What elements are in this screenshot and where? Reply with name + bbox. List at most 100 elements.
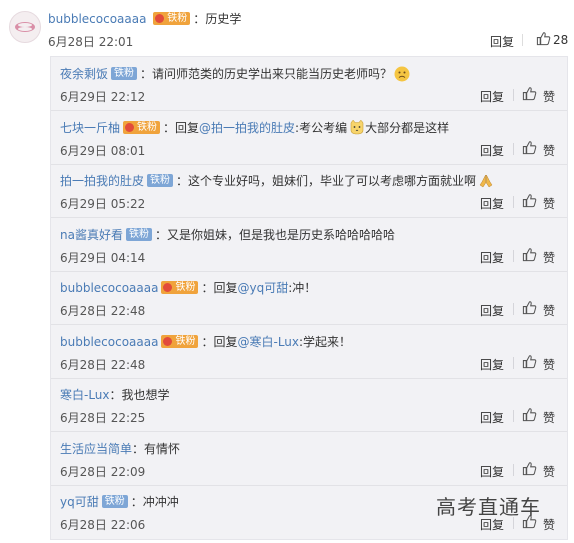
fan-badge[interactable]: 铁粉 xyxy=(161,334,199,348)
reply-item: 拍一拍我的肚皮 铁粉 ：这个专业好吗，姐妹们，毕业了可以考虑哪方面就业啊 6月29日 … xyxy=(51,164,567,218)
top-comment-line: bubblecocoaaaa 铁粉 ：历史学 xyxy=(48,10,241,27)
reply-button[interactable]: 回复 xyxy=(480,356,504,373)
reply-time: 6月28日 22:09 xyxy=(60,464,146,479)
reply-text: ：又是你姐妹，但是我也是历史系哈哈哈哈哈 xyxy=(154,227,395,242)
reply-time: 6月28日 22:48 xyxy=(60,304,146,318)
reply-item: na酱真好看 铁粉 ：又是你姐妹，但是我也是历史系哈哈哈哈哈 6月29日 04:14 回… xyxy=(51,218,567,272)
reply-time: 6月28日 22:25 xyxy=(60,411,146,425)
reply-time: 6月29日 04:14 xyxy=(60,250,146,265)
reply-user[interactable]: 拍一拍我的肚皮 xyxy=(60,174,144,188)
reply-user[interactable]: 夜余剩饭 xyxy=(60,67,108,81)
divider xyxy=(513,196,514,208)
like-button-label[interactable]: 赞 xyxy=(543,142,555,159)
reply-time: 6月28日 22:48 xyxy=(60,357,146,372)
fan-badge[interactable]: 铁粉 xyxy=(125,227,152,241)
reply-text-line: bubblecocoaaaa 铁粉 ：回复@yq可甜:冲！ xyxy=(60,279,316,296)
reply-item: 夜余剩饭 铁粉 ：请问师范类的历史学出来只能当历史老师吗？ 6月29日 22:12 回复… xyxy=(51,57,567,111)
like-icon[interactable] xyxy=(536,31,551,49)
reply-user[interactable]: yq可甜 xyxy=(60,495,99,509)
divider xyxy=(522,34,523,46)
like-button-label[interactable]: 赞 xyxy=(543,249,555,266)
cat-face-icon xyxy=(349,119,365,135)
reply-user[interactable]: 七块一斤柚 xyxy=(60,121,120,135)
like-icon[interactable] xyxy=(522,354,537,372)
like-count: 28 xyxy=(553,33,569,47)
reply-text: :冲！ xyxy=(288,281,317,295)
reply-user[interactable]: 生活应当简单 xyxy=(60,442,132,456)
reply-button[interactable]: 回复 xyxy=(480,249,504,266)
reply-button[interactable]: 回复 xyxy=(480,88,504,105)
like-icon[interactable] xyxy=(522,407,537,425)
reply-text-line: 拍一拍我的肚皮 铁粉 ：这个专业好吗，姐妹们，毕业了可以考虑哪方面就业啊 xyxy=(60,172,494,190)
reply-text: ：这个专业好吗，姐妹们，毕业了可以考虑哪方面就业啊 xyxy=(176,174,477,188)
like-icon[interactable] xyxy=(522,86,537,104)
reply-text-line: 七块一斤柚 铁粉 ：回复@拍一拍我的肚皮:考公考编 大部分都是这样 xyxy=(60,119,449,137)
like-button-label[interactable]: 赞 xyxy=(543,356,555,373)
reply-prefix: ：回复 xyxy=(201,334,238,349)
reply-text-suffix: 大部分都是这样 xyxy=(365,120,450,135)
reply-text: :学起来！ xyxy=(299,334,352,349)
divider xyxy=(513,142,514,155)
reply-text-line: na酱真好看 铁粉 ：又是你姐妹，但是我也是历史系哈哈哈哈哈 xyxy=(60,226,395,243)
like-icon[interactable] xyxy=(522,193,537,211)
fan-badge[interactable]: 铁粉 xyxy=(153,12,191,25)
divider xyxy=(513,410,514,422)
top-comment-text: 历史学 xyxy=(205,12,242,26)
like-icon[interactable] xyxy=(522,140,537,158)
sad-face-icon xyxy=(394,66,410,81)
reply-item: bubblecocoaaaa 铁粉 ：回复@yq可甜:冲！ 6月28日 22:48 回复… xyxy=(51,271,567,325)
reply-time: 6月29日 08:01 xyxy=(60,143,146,158)
like-button-label[interactable]: 赞 xyxy=(543,88,555,105)
top-comment-time: 6月28日 22:01 xyxy=(48,35,134,49)
divider xyxy=(513,463,514,476)
reply-text: ：请问师范类的历史学出来只能当历史老师吗？ xyxy=(140,67,393,81)
mention-link[interactable]: @寒白-Lux xyxy=(237,335,299,349)
like-button-label[interactable]: 赞 xyxy=(543,463,555,480)
fan-badge[interactable]: 铁粉 xyxy=(161,281,199,294)
reply-text: ：我也想学 xyxy=(109,388,170,402)
reply-text: ：有情怀 xyxy=(132,441,181,456)
top-comment-user[interactable]: bubblecocoaaaa xyxy=(48,12,146,26)
reply-item: 寒白-Lux：我也想学 6月28日 22:25 回复 赞 xyxy=(51,378,567,432)
like-icon[interactable] xyxy=(522,461,537,479)
divider xyxy=(513,356,514,369)
like-button-label[interactable]: 赞 xyxy=(543,409,555,426)
top-reply-button[interactable]: 回复 xyxy=(490,33,514,50)
reply-text: :考公考编 xyxy=(295,120,348,135)
watermark-text: 高考直通车 xyxy=(436,495,541,519)
like-button-label[interactable]: 赞 xyxy=(543,516,555,533)
reply-button[interactable]: 回复 xyxy=(480,409,504,426)
reply-button[interactable]: 回复 xyxy=(480,195,504,212)
reply-text-line: 生活应当简单：有情怀 xyxy=(60,440,180,457)
reply-text-line: 夜余剩饭 铁粉 ：请问师范类的历史学出来只能当历史老师吗？ xyxy=(60,65,410,83)
fan-badge[interactable]: 铁粉 xyxy=(147,174,174,187)
mention-link[interactable]: @拍一拍我的肚皮 xyxy=(199,121,295,135)
reply-user[interactable]: bubblecocoaaaa xyxy=(60,281,158,295)
reply-prefix: ：回复 xyxy=(163,120,200,135)
divider xyxy=(513,303,514,315)
top-comment: bubblecocoaaaa 铁粉 ：历史学 6月28日 22:01 回复 28 xyxy=(0,0,574,56)
like-button-label[interactable]: 赞 xyxy=(543,195,555,212)
reply-time: 6月28日 22:06 xyxy=(60,518,146,532)
avatar[interactable] xyxy=(9,11,41,43)
reply-user[interactable]: na酱真好看 xyxy=(60,228,123,242)
divider xyxy=(513,89,514,101)
reply-item: bubblecocoaaaa 铁粉 ：回复@寒白-Lux:学起来！ 6月28日 22:… xyxy=(51,325,567,379)
fan-badge[interactable]: 铁粉 xyxy=(101,495,128,508)
reply-user[interactable]: bubblecocoaaaa xyxy=(60,335,158,349)
reply-button[interactable]: 回复 xyxy=(480,142,504,159)
reply-user[interactable]: 寒白-Lux xyxy=(60,388,110,402)
mention-link[interactable]: @yq可甜 xyxy=(237,281,288,295)
reply-text: ：冲冲冲 xyxy=(130,495,179,509)
reply-list: 夜余剩饭 铁粉 ：请问师范类的历史学出来只能当历史老师吗？ 6月29日 22:12 回复… xyxy=(50,56,568,540)
divider xyxy=(513,249,514,262)
pray-icon xyxy=(478,174,494,188)
reply-prefix: ：回复 xyxy=(201,281,238,295)
like-icon[interactable] xyxy=(522,300,537,318)
fan-badge[interactable]: 铁粉 xyxy=(123,120,161,134)
like-button-label[interactable]: 赞 xyxy=(543,302,555,319)
like-icon[interactable] xyxy=(522,247,537,265)
reply-button[interactable]: 回复 xyxy=(480,463,504,480)
fan-badge[interactable]: 铁粉 xyxy=(111,67,138,80)
reply-button[interactable]: 回复 xyxy=(480,302,504,319)
